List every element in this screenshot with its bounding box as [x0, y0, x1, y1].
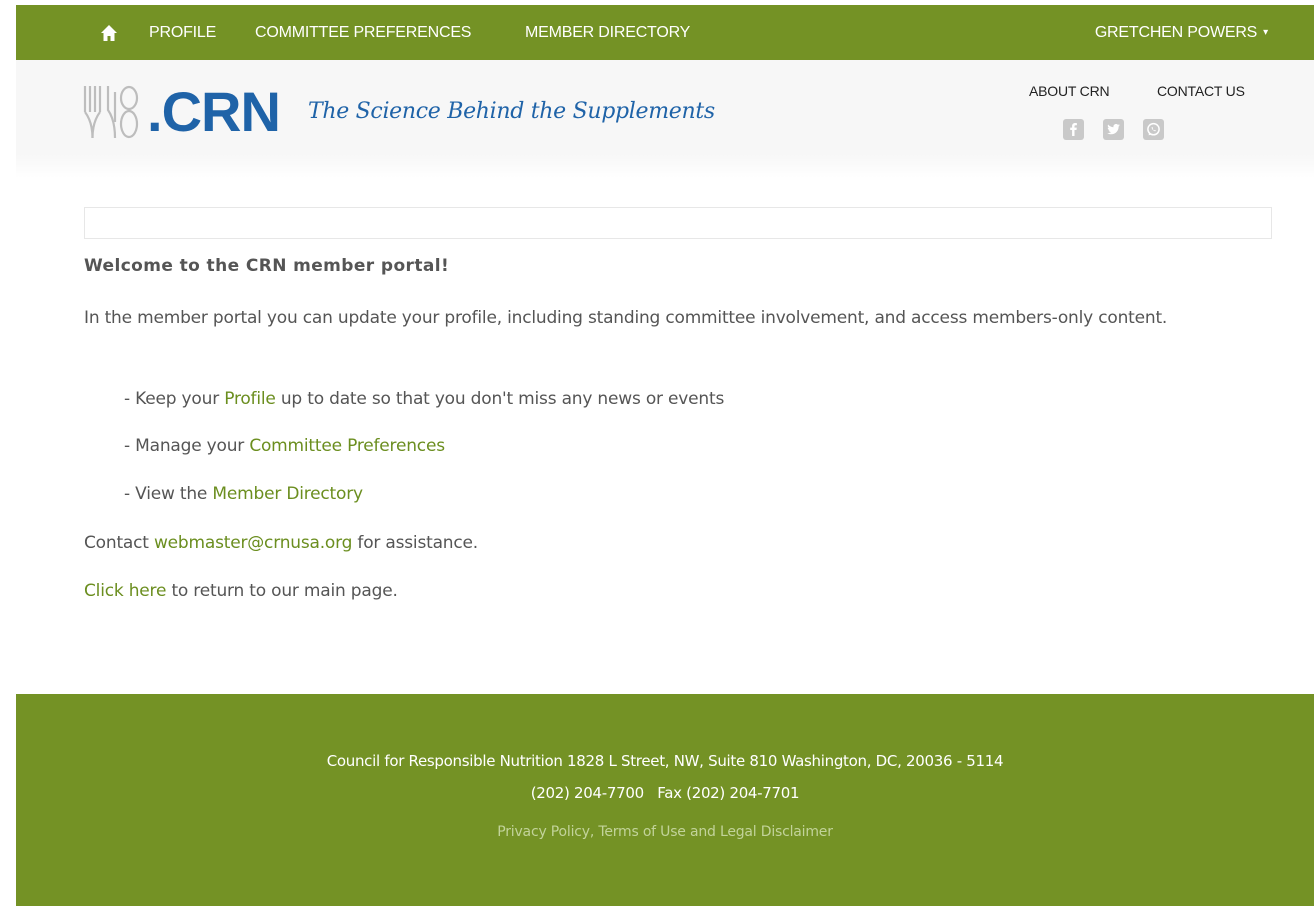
bullet-text: - View the [124, 484, 213, 504]
list-item-committee: - Manage your Committee Preferences [124, 436, 445, 456]
whatsapp-icon[interactable] [1143, 119, 1164, 140]
site-header: .CRN The Science Behind the Supplements … [16, 60, 1314, 178]
crn-logo[interactable]: .CRN [83, 82, 283, 142]
home-icon[interactable] [100, 24, 118, 42]
click-here-link[interactable]: Click here [84, 581, 166, 601]
bullet-text: - Keep your [124, 389, 225, 409]
user-menu-dropdown[interactable]: GRETCHEN POWERS ▾ [1095, 24, 1268, 42]
list-item-profile: - Keep your Profile up to date so that y… [124, 389, 724, 409]
list-item-directory: - View the Member Directory [124, 484, 363, 504]
logo-text: CRN [161, 80, 281, 143]
contact-us-link[interactable]: CONTACT US [1157, 83, 1245, 99]
member-directory-link[interactable]: Member Directory [212, 484, 363, 504]
crn-logo-mark-icon [83, 85, 139, 139]
chevron-down-icon: ▾ [1263, 27, 1268, 38]
page-frame: PROFILE COMMITTEE PREFERENCES MEMBER DIR… [16, 0, 1314, 910]
logo-dot: . [147, 80, 163, 143]
facebook-icon[interactable] [1063, 119, 1084, 140]
contact-text: Contact [84, 533, 154, 553]
site-footer: Council for Responsible Nutrition 1828 L… [16, 694, 1314, 906]
nav-committee-preferences-link[interactable]: COMMITTEE PREFERENCES [255, 24, 471, 42]
committee-preferences-link[interactable]: Committee Preferences [249, 436, 445, 456]
intro-paragraph: In the member portal you can update your… [84, 308, 1168, 328]
logo-wordmark: .CRN [147, 80, 281, 143]
profile-link[interactable]: Profile [224, 389, 276, 409]
footer-address: Council for Responsible Nutrition 1828 L… [326, 752, 1004, 770]
return-line: Click here to return to our main page. [84, 581, 398, 601]
footer-phone: (202) 204-7700 Fax (202) 204-7701 [530, 784, 800, 802]
contact-line: Contact webmaster@crnusa.org for assista… [84, 533, 478, 553]
empty-banner-box [84, 207, 1272, 239]
top-nav-bar: PROFILE COMMITTEE PREFERENCES MEMBER DIR… [16, 5, 1314, 60]
contact-text: for assistance. [352, 533, 478, 553]
twitter-icon[interactable] [1103, 119, 1124, 140]
nav-member-directory-link[interactable]: MEMBER DIRECTORY [525, 24, 690, 42]
return-text: to return to our main page. [166, 581, 398, 601]
site-tagline: The Science Behind the Supplements [308, 99, 715, 124]
nav-profile-link[interactable]: PROFILE [149, 24, 216, 42]
bullet-text: - Manage your [124, 436, 250, 456]
legal-disclaimer-link[interactable]: Privacy Policy, Terms of Use and Legal D… [16, 824, 1314, 840]
webmaster-email-link[interactable]: webmaster@crnusa.org [154, 533, 352, 553]
user-name: GRETCHEN POWERS [1094, 24, 1258, 41]
bullet-text: up to date so that you don't miss any ne… [275, 389, 725, 409]
about-crn-link[interactable]: ABOUT CRN [1029, 83, 1110, 99]
welcome-heading: Welcome to the CRN member portal! [84, 256, 450, 276]
